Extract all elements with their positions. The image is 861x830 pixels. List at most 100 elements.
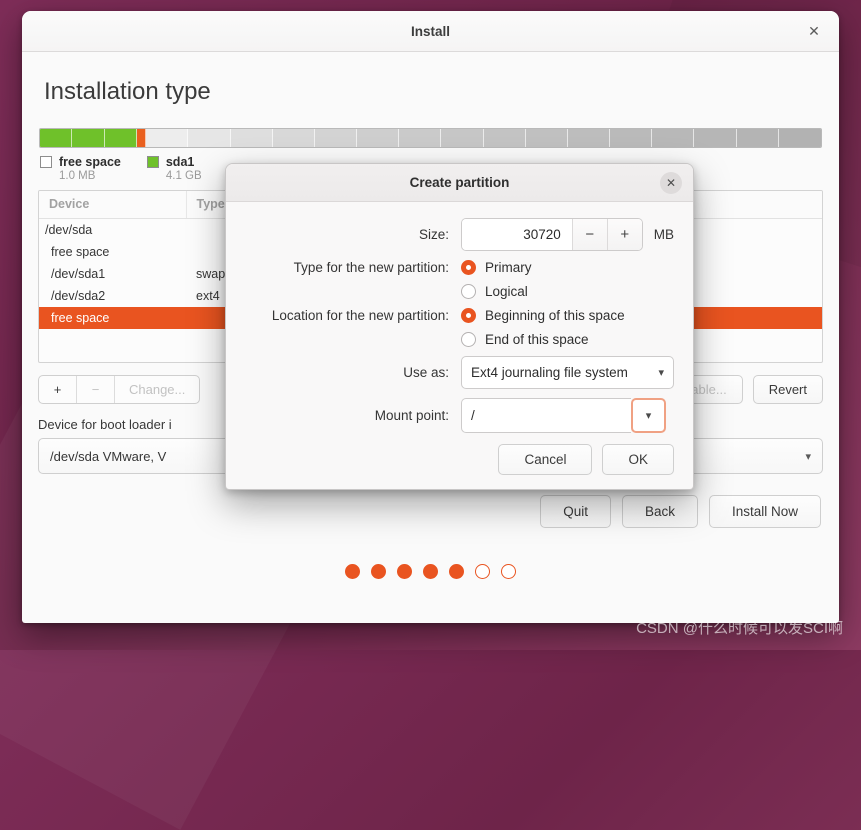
size-input[interactable]: 30720 bbox=[462, 219, 572, 250]
use-as-row: Use as: Ext4 journaling file system ▾ bbox=[245, 356, 674, 389]
disk-segment-10 bbox=[399, 129, 442, 147]
disk-segment-19 bbox=[778, 129, 821, 147]
dialog-actions: Cancel OK bbox=[245, 444, 674, 475]
progress-dot-5 bbox=[449, 564, 464, 579]
location-row-end: End of this space bbox=[245, 332, 674, 347]
cell-used bbox=[689, 241, 822, 263]
radio-label-primary: Primary bbox=[485, 260, 532, 275]
legend-size: 4.1 GB bbox=[165, 170, 202, 182]
disk-segment-14 bbox=[567, 129, 611, 147]
radio-label-logical: Logical bbox=[485, 284, 528, 299]
disk-segment-3 bbox=[137, 129, 147, 147]
disk-segment-8 bbox=[314, 129, 358, 147]
legend-name: sda1 bbox=[165, 155, 195, 169]
disk-segment-6 bbox=[230, 129, 273, 147]
dialog-titlebar: Create partition ✕ bbox=[226, 164, 693, 202]
installer-window: Install ✕ Installation type free space 1.… bbox=[22, 11, 839, 623]
remove-partition-button: − bbox=[77, 376, 115, 403]
radio-label-end: End of this space bbox=[485, 332, 589, 347]
window-titlebar: Install ✕ bbox=[22, 11, 839, 52]
change-partition-button: Change... bbox=[115, 376, 199, 403]
cell-device: /dev/sda1 bbox=[51, 266, 106, 281]
legend-name: free space bbox=[59, 155, 121, 169]
cell-used bbox=[689, 219, 822, 241]
partition-edit-button-group: + − Change... bbox=[38, 375, 201, 404]
legend-swatch-icon bbox=[146, 156, 159, 168]
legend-swatch-icon bbox=[40, 156, 52, 168]
radio-icon-beginning[interactable] bbox=[461, 308, 476, 323]
progress-dot-1 bbox=[345, 564, 360, 579]
size-stepper[interactable]: 30720 − + bbox=[461, 218, 643, 251]
location-label: Location for the new partition: bbox=[271, 308, 449, 323]
mount-point-combobox[interactable]: / ▾ bbox=[461, 398, 666, 433]
size-unit-label: MB bbox=[653, 227, 674, 242]
progress-dot-7 bbox=[501, 564, 516, 579]
dialog-title: Create partition bbox=[409, 175, 510, 190]
radio-icon-end[interactable] bbox=[461, 332, 476, 347]
radio-location-beginning[interactable]: Beginning of this space bbox=[461, 308, 625, 323]
mount-point-label: Mount point: bbox=[374, 408, 449, 423]
mount-point-input[interactable]: / bbox=[461, 398, 631, 433]
disk-segment-4 bbox=[146, 129, 189, 147]
use-as-select[interactable]: Ext4 journaling file system ▾ bbox=[461, 356, 674, 389]
disk-segment-18 bbox=[736, 129, 779, 147]
mount-point-dropdown-button[interactable]: ▾ bbox=[631, 398, 666, 433]
legend-size: 1.0 MB bbox=[59, 170, 96, 182]
disk-segment-13 bbox=[525, 129, 568, 147]
cancel-button[interactable]: Cancel bbox=[498, 444, 593, 475]
watermark-text: CSDN @什么时候可以发SCI啊 bbox=[636, 620, 843, 637]
install-now-button[interactable]: Install Now bbox=[708, 495, 821, 528]
size-row: Size: 30720 − + MB bbox=[245, 218, 674, 251]
footer-navigation: Quit Back Install Now bbox=[38, 495, 823, 528]
page-title: Installation type bbox=[44, 78, 211, 105]
size-label: Size: bbox=[418, 227, 449, 242]
cell-used bbox=[689, 263, 822, 285]
radio-partition-type-logical[interactable]: Logical bbox=[461, 284, 528, 299]
size-increment-button[interactable]: + bbox=[606, 219, 642, 250]
cell-device: /dev/sda bbox=[45, 222, 93, 237]
disk-segment-2 bbox=[104, 129, 138, 147]
disk-segment-15 bbox=[610, 129, 653, 147]
ok-button[interactable]: OK bbox=[602, 444, 674, 475]
location-row-beginning: Location for the new partition: Beginnin… bbox=[245, 308, 674, 323]
back-button[interactable]: Back bbox=[621, 495, 698, 528]
disk-segment-5 bbox=[188, 129, 231, 147]
column-header-device[interactable]: Device bbox=[39, 191, 187, 219]
use-as-value: Ext4 journaling file system bbox=[471, 365, 628, 380]
close-icon[interactable]: ✕ bbox=[803, 20, 825, 42]
progress-dot-2 bbox=[371, 564, 386, 579]
disk-segment-7 bbox=[272, 129, 315, 147]
cell-device: /dev/sda2 bbox=[51, 288, 106, 303]
disk-segment-12 bbox=[483, 129, 526, 147]
disk-segment-11 bbox=[441, 129, 484, 147]
chevron-down-icon: ▾ bbox=[645, 410, 652, 422]
radio-partition-type-primary[interactable]: Primary bbox=[461, 260, 532, 275]
partition-type-row-primary: Type for the new partition: Primary bbox=[245, 260, 674, 275]
size-decrement-button[interactable]: − bbox=[571, 219, 607, 250]
disk-segment-1 bbox=[72, 129, 105, 147]
dialog-body: Size: 30720 − + MB Type for the new part… bbox=[226, 202, 693, 489]
radio-icon-primary[interactable] bbox=[461, 260, 476, 275]
cell-device: free space bbox=[51, 244, 110, 259]
legend-item-0: free space 1.0 MB bbox=[40, 155, 121, 182]
window-title: Install bbox=[410, 23, 450, 39]
partition-type-label: Type for the new partition: bbox=[293, 260, 449, 275]
bootloader-device-value: /dev/sda VMware, V bbox=[50, 448, 167, 464]
disk-segment-16 bbox=[652, 129, 695, 147]
legend-item-1: sda1 4.1 GB bbox=[146, 155, 202, 182]
chevron-down-icon: ▾ bbox=[658, 367, 664, 379]
revert-button[interactable]: Revert bbox=[752, 375, 823, 404]
create-partition-dialog: Create partition ✕ Size: 30720 − + MB Ty… bbox=[225, 163, 694, 490]
radio-icon-logical[interactable] bbox=[461, 284, 476, 299]
mount-point-row: Mount point: / ▾ bbox=[245, 398, 674, 433]
quit-button[interactable]: Quit bbox=[540, 495, 611, 528]
add-partition-button[interactable]: + bbox=[39, 376, 77, 403]
cell-device: free space bbox=[39, 306, 187, 329]
radio-label-beginning: Beginning of this space bbox=[485, 308, 625, 323]
disk-usage-bar bbox=[39, 128, 822, 148]
chevron-down-icon: ▾ bbox=[805, 450, 811, 463]
radio-location-end[interactable]: End of this space bbox=[461, 332, 589, 347]
close-icon[interactable]: ✕ bbox=[660, 171, 682, 194]
progress-dot-3 bbox=[397, 564, 412, 579]
column-header-used[interactable] bbox=[688, 191, 822, 219]
